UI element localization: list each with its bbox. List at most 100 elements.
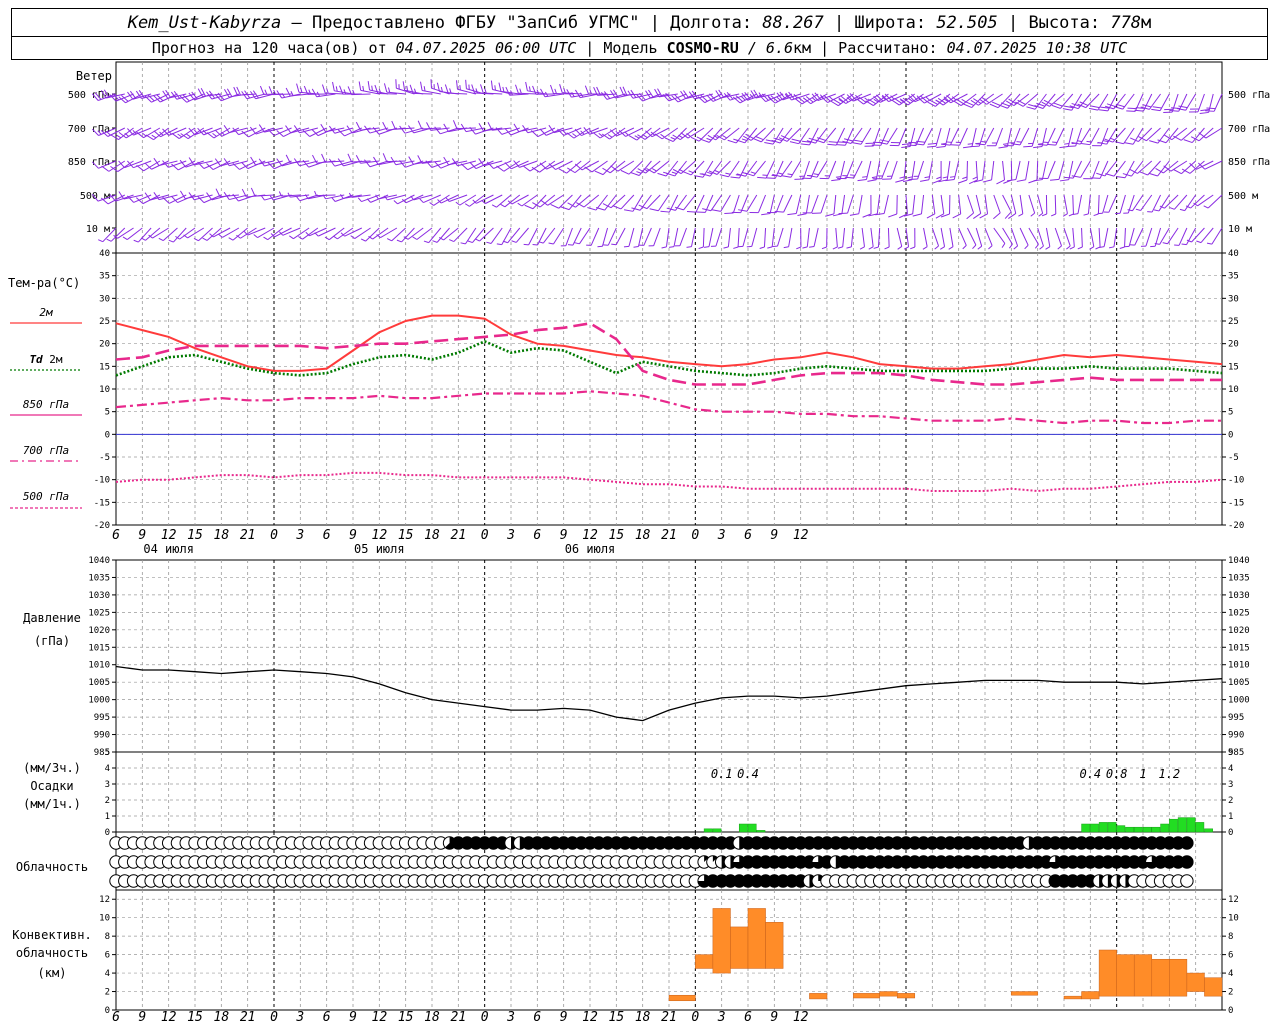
precip-bar [1142,826,1152,833]
wind-barb-flag [362,85,365,92]
wind-barb [240,227,257,239]
cloud-mark-fill [1180,836,1194,850]
wind-barb-flag [215,188,221,197]
wind-barb-flag [678,134,683,139]
wind-barb-flag [1030,212,1035,217]
wind-barb-flag [942,176,948,179]
wind-barb-flag [574,163,583,171]
wind-barb-flag [259,85,265,95]
wind-barb-flag [193,238,199,242]
wind-barb-flag [1050,178,1060,181]
wind-barb-flag [574,128,582,136]
wind-barb [737,227,740,247]
wind-barb-flag [1050,213,1056,217]
wind-barb-flag [837,246,843,249]
wind-level-label: 10 м [86,224,110,235]
wind-barb-flag [371,85,373,91]
wind-barb-flag [777,172,783,175]
wind-barb-flag [686,246,692,248]
convective-ytick-label: 12 [99,895,110,905]
wind-barb [1010,194,1017,214]
temp-ytick-label-right: -10 [1228,476,1244,486]
wind-barb [861,227,865,247]
wind-barb-flag [1033,179,1043,182]
wind-barb [727,227,731,247]
wind-barb-flag [494,85,496,91]
wind-barb [975,227,983,247]
wind-barb-flag [633,246,639,248]
wind-barb-flag [649,208,659,212]
precip-unit-3h: (мм/3ч.) [23,761,81,775]
pressure-unit: (гПа) [34,634,70,648]
wind-barb [788,227,793,247]
wind-barb [646,194,661,209]
wind-barb-flag [496,165,505,172]
wind-barb [555,160,573,170]
wind-barb-flag [981,141,987,143]
precip-ytick-label-right: 3 [1228,780,1233,790]
wind-barb-flag [878,141,888,145]
wind-barb-flag [1064,176,1074,179]
wind-barb-flag [1114,141,1124,145]
wind-barb-flag [98,239,104,243]
wind-barb [479,227,494,242]
wind-barb-flag [1173,169,1182,175]
temp-ytick-label-right: 40 [1228,249,1239,259]
convective-ytick-label-right: 2 [1228,988,1233,998]
wind-barb-flag [455,201,461,206]
wind-barb [1091,160,1100,179]
wind-barb-flag [809,246,815,248]
wind-barb-flag [966,212,974,220]
wind-barb [475,160,494,170]
wind-level-label: 500 гПа [68,90,110,101]
wind-barb-flag [698,246,704,250]
wind-barb-flag [1069,246,1075,250]
wind-barb [912,194,916,214]
wind-barb [1098,227,1101,248]
wind-barb [1077,194,1083,214]
wind-barb-flag [383,83,388,93]
wind-barb-flag [202,237,208,241]
wind-barb [1102,194,1109,214]
wind-barb [783,194,793,213]
wind-barb-flag [559,84,563,93]
wind-barb-flag [1176,108,1186,111]
wind-barb-flag [449,239,455,243]
wind-barb [325,160,345,163]
wind-barb [966,194,975,214]
wind-barb [1119,194,1126,214]
wind-barb-flag [618,129,626,137]
wind-barb [991,160,995,180]
wind-barb-flag [609,129,617,137]
wind-barb-flag [285,154,291,164]
wind-barb-flag [504,162,512,170]
wind-barb [1190,194,1205,209]
wind-barb [1025,160,1030,180]
wind-barb [1180,127,1196,141]
time-tick-label: 6 [533,528,541,543]
wind-barb [833,194,837,214]
wind-barb [1197,194,1214,207]
wind-barb [1072,227,1075,247]
wind-barb-flag [636,171,642,174]
wind-barb [1145,227,1153,247]
time-tick-label-bottom: 3 [506,1010,515,1024]
time-tick-label: 3 [717,528,726,543]
wind-barb-flag [562,130,567,135]
wind-barb [811,194,819,213]
wind-barb-flag [1000,102,1010,107]
wind-barb [1072,160,1083,179]
wind-barb-flag [1090,105,1100,109]
temp-ytick-label: 25 [99,317,110,327]
wind-barb-flag [264,89,268,95]
wind-barb [380,227,398,239]
wind-barb [966,227,977,246]
wind-barb-flag [940,246,945,250]
precip-sum-label: 1 [1139,767,1146,781]
wind-barb-flag [1081,142,1091,146]
wind-barb-flag [827,143,837,146]
wind-barb-flag [432,240,438,243]
wind-barb [806,227,810,247]
wind-barb [1191,227,1205,243]
wind-barb-flag [634,135,640,139]
